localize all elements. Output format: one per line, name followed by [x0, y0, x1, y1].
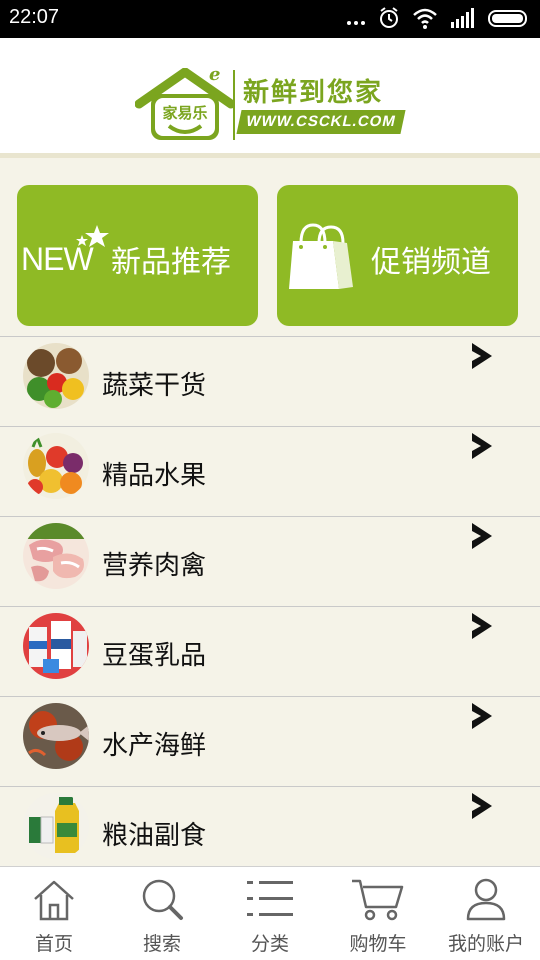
- list-icon: [247, 881, 293, 916]
- logo-divider: [233, 70, 235, 140]
- category-item-dairy[interactable]: 豆蛋乳品: [0, 606, 540, 696]
- user-icon: [466, 878, 506, 921]
- dairy-icon: [23, 613, 89, 679]
- chevron-right-icon: [472, 703, 492, 729]
- tab-label: 分类: [250, 933, 289, 955]
- wifi-icon: [412, 6, 438, 34]
- search-icon: [142, 879, 183, 920]
- signal-icon: [450, 6, 476, 34]
- status-bar: 22:07: [0, 0, 540, 38]
- new-star-icon: [76, 225, 109, 247]
- promotions-button[interactable]: 促销频道: [277, 185, 518, 326]
- more-dots-icon: [346, 6, 366, 34]
- meat-icon: [23, 523, 89, 589]
- grain-oil-icon: [23, 793, 89, 859]
- category-label: 精品水果: [102, 461, 207, 491]
- tab-label: 搜索: [142, 933, 181, 955]
- cart-icon: [352, 879, 404, 921]
- app-header: 家易乐 e 新鲜到您家 WWW.CSCKL.COM: [0, 38, 540, 158]
- tab-label: 购物车: [349, 933, 407, 955]
- tab-category[interactable]: 分类: [216, 867, 324, 960]
- bottom-tab-bar: 首页 搜索 分类 购物车 我的账户: [0, 866, 540, 960]
- alarm-icon: [378, 6, 400, 34]
- chevron-right-icon: [472, 433, 492, 459]
- category-label: 粮油副食: [102, 821, 207, 851]
- promotions-label: 促销频道: [371, 245, 491, 280]
- fruits-icon: [23, 433, 89, 499]
- category-item-vegetables[interactable]: 蔬菜干货: [0, 336, 540, 426]
- chevron-right-icon: [472, 523, 492, 549]
- category-label: 营养肉禽: [102, 551, 207, 581]
- home-icon: [34, 880, 74, 921]
- status-time: 22:07: [9, 6, 60, 28]
- brand-slogan: 新鲜到您家: [243, 78, 384, 108]
- seafood-icon: [23, 703, 89, 769]
- chevron-right-icon: [472, 793, 492, 819]
- brand-logo: 家易乐 e 新鲜到您家 WWW.CSCKL.COM: [135, 68, 406, 144]
- tab-account[interactable]: 我的账户: [432, 867, 540, 960]
- new-products-button[interactable]: NEW 新品推荐: [17, 185, 258, 326]
- category-item-seafood[interactable]: 水产海鲜: [0, 696, 540, 786]
- category-list: 蔬菜干货 精品水果 营养肉禽 豆蛋乳品 水产海鲜 粮油副食: [0, 336, 540, 876]
- tab-home[interactable]: 首页: [0, 867, 108, 960]
- category-item-grain-oil[interactable]: 粮油副食: [0, 786, 540, 876]
- category-label: 水产海鲜: [102, 731, 207, 761]
- category-item-fruits[interactable]: 精品水果: [0, 426, 540, 516]
- house-logo-icon: 家易乐 e: [135, 68, 235, 140]
- status-icons: [346, 6, 530, 34]
- svg-text:e: e: [209, 68, 220, 85]
- tab-label: 我的账户: [447, 933, 524, 955]
- new-products-label: 新品推荐: [111, 245, 231, 280]
- chevron-right-icon: [472, 343, 492, 369]
- tab-search[interactable]: 搜索: [108, 867, 216, 960]
- tab-label: 首页: [34, 933, 73, 955]
- tab-cart[interactable]: 购物车: [324, 867, 432, 960]
- battery-icon: [488, 6, 530, 34]
- chevron-right-icon: [472, 613, 492, 639]
- brand-url: WWW.CSCKL.COM: [236, 110, 406, 134]
- svg-text:家易乐: 家易乐: [162, 104, 207, 122]
- category-label: 蔬菜干货: [102, 371, 207, 401]
- vegetables-icon: [23, 343, 89, 409]
- category-label: 豆蛋乳品: [102, 641, 207, 671]
- shopping-bag-icon: [289, 223, 353, 289]
- category-item-meat[interactable]: 营养肉禽: [0, 516, 540, 606]
